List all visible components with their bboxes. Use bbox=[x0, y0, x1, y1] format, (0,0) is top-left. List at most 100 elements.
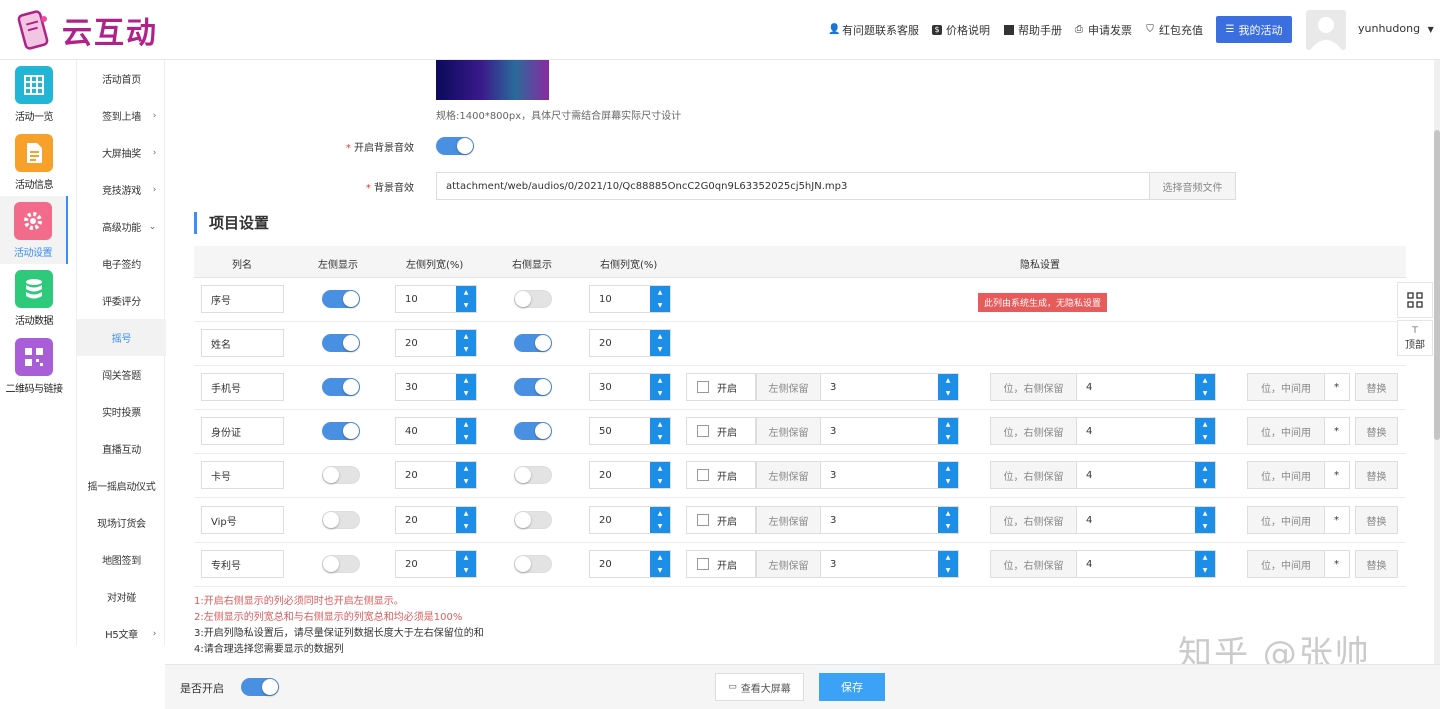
keep-left-stepper[interactable]: 3 ▲ ▼ bbox=[820, 550, 959, 578]
leftnav-item-data[interactable]: 活动数据 bbox=[0, 264, 68, 332]
left-show-toggle[interactable] bbox=[322, 290, 360, 308]
left-show-toggle[interactable] bbox=[322, 334, 360, 352]
right-width-stepper[interactable]: 50 ▲ ▼ bbox=[589, 417, 671, 445]
column-name-input[interactable]: 姓名 bbox=[201, 329, 284, 357]
left-width-stepper[interactable]: 30 ▲ ▼ bbox=[395, 373, 477, 401]
privacy-enable-checkbox[interactable]: 开启 bbox=[686, 461, 756, 489]
music-path-input[interactable]: attachment/web/audios/0/2021/10/Qc88885O… bbox=[436, 172, 1150, 200]
column-name-input[interactable]: 专利号 bbox=[201, 550, 284, 578]
pricing-link[interactable]: $ 价格说明 bbox=[932, 22, 990, 38]
checkbox-square[interactable] bbox=[697, 469, 709, 481]
subnav-item[interactable]: 闯关答题 bbox=[77, 356, 166, 393]
right-show-toggle[interactable] bbox=[514, 555, 552, 573]
subnav-item[interactable]: H5文章 › bbox=[77, 615, 166, 652]
keep-right-stepper[interactable]: 4 ▲ ▼ bbox=[1076, 550, 1216, 578]
keep-left-stepper[interactable]: 3 ▲ ▼ bbox=[820, 506, 959, 534]
subnav-item[interactable]: 评委评分 bbox=[77, 282, 166, 319]
subnav-item-active[interactable]: 摇号 bbox=[77, 319, 166, 356]
scrollbar-thumb[interactable] bbox=[1434, 130, 1440, 440]
leftnav-item-info[interactable]: 活动信息 bbox=[0, 128, 68, 196]
keep-right-stepper[interactable]: 4 ▲ ▼ bbox=[1076, 461, 1216, 489]
right-show-toggle[interactable] bbox=[514, 290, 552, 308]
subnav-item[interactable]: 实时投票 bbox=[77, 393, 166, 430]
left-show-toggle[interactable] bbox=[322, 378, 360, 396]
right-width-stepper[interactable]: 20 ▲ ▼ bbox=[589, 329, 671, 357]
checkbox-square[interactable] bbox=[697, 381, 709, 393]
subnav-item[interactable]: 竞技游戏 › bbox=[77, 171, 166, 208]
column-name-input[interactable]: 卡号 bbox=[201, 461, 284, 489]
left-width-stepper[interactable]: 10 ▲ ▼ bbox=[395, 285, 477, 313]
right-width-stepper[interactable]: 20 ▲ ▼ bbox=[589, 461, 671, 489]
background-image-preview[interactable] bbox=[436, 60, 549, 100]
right-width-stepper[interactable]: 30 ▲ ▼ bbox=[589, 373, 671, 401]
right-show-toggle[interactable] bbox=[514, 466, 552, 484]
music-enable-toggle[interactable] bbox=[436, 137, 474, 155]
keep-right-stepper[interactable]: 4 ▲ ▼ bbox=[1076, 373, 1216, 401]
invoice-link[interactable]: ⎙ 申请发票 bbox=[1074, 22, 1132, 38]
subnav-item[interactable]: 高级功能 ⌄ bbox=[77, 208, 166, 245]
left-width-stepper[interactable]: 40 ▲ ▼ bbox=[395, 417, 477, 445]
subnav-item[interactable]: 地图签到 bbox=[77, 541, 166, 578]
left-show-toggle[interactable] bbox=[322, 555, 360, 573]
column-name-input[interactable]: 序号 bbox=[201, 285, 284, 313]
leftnav-item-overview[interactable]: 活动一览 bbox=[0, 60, 68, 128]
right-show-toggle[interactable] bbox=[514, 511, 552, 529]
checkbox-square[interactable] bbox=[697, 425, 709, 437]
keep-right-stepper[interactable]: 4 ▲ ▼ bbox=[1076, 506, 1216, 534]
privacy-enable-checkbox[interactable]: 开启 bbox=[686, 506, 756, 534]
subnav-item[interactable]: 大屏抽奖 › bbox=[77, 134, 166, 171]
column-name-input[interactable]: Vip号 bbox=[201, 506, 284, 534]
support-link[interactable]: 👤 有问题联系客服 bbox=[828, 22, 919, 38]
checkbox-square[interactable] bbox=[697, 558, 709, 570]
qrcode-float-button[interactable] bbox=[1397, 282, 1433, 318]
mask-char-input[interactable]: * bbox=[1324, 417, 1350, 445]
checkbox-square[interactable] bbox=[697, 514, 709, 526]
logo[interactable]: 云互动 bbox=[14, 8, 158, 52]
user-menu[interactable]: yunhudong ▼ bbox=[1358, 22, 1434, 35]
right-width-stepper[interactable]: 20 ▲ ▼ bbox=[589, 506, 671, 534]
left-width-stepper[interactable]: 20 ▲ ▼ bbox=[395, 329, 477, 357]
column-name-input[interactable]: 手机号 bbox=[201, 373, 284, 401]
leftnav-item-qrcode[interactable]: 二维码与链接 bbox=[0, 332, 68, 400]
privacy-enable-checkbox[interactable]: 开启 bbox=[686, 373, 756, 401]
subnav-item[interactable]: 对对碰 bbox=[77, 578, 166, 615]
keep-right-stepper[interactable]: 4 ▲ ▼ bbox=[1076, 417, 1216, 445]
keep-left-stepper[interactable]: 3 ▲ ▼ bbox=[820, 461, 959, 489]
mask-char-input[interactable]: * bbox=[1324, 461, 1350, 489]
right-width-stepper[interactable]: 20 ▲ ▼ bbox=[589, 550, 671, 578]
column-name-input[interactable]: 身份证 bbox=[201, 417, 284, 445]
keep-left-stepper[interactable]: 3 ▲ ▼ bbox=[820, 373, 959, 401]
keep-left-stepper[interactable]: 3 ▲ ▼ bbox=[820, 417, 959, 445]
subnav-item[interactable]: 活动首页 bbox=[77, 60, 166, 97]
manual-link[interactable]: 帮助手册 bbox=[1004, 22, 1062, 38]
mask-char-input[interactable]: * bbox=[1324, 550, 1350, 578]
my-activity-button[interactable]: ☰ 我的活动 bbox=[1216, 16, 1292, 43]
right-show-toggle[interactable] bbox=[514, 334, 552, 352]
view-screen-button[interactable]: ▭ 查看大屏幕 bbox=[715, 673, 804, 701]
subnav-item[interactable]: 摇一摇启动仪式 bbox=[77, 467, 166, 504]
left-width-stepper[interactable]: 20 ▲ ▼ bbox=[395, 550, 477, 578]
privacy-enable-checkbox[interactable]: 开启 bbox=[686, 417, 756, 445]
left-show-toggle[interactable] bbox=[322, 422, 360, 440]
avatar[interactable] bbox=[1306, 10, 1346, 50]
right-show-toggle[interactable] bbox=[514, 422, 552, 440]
recharge-link[interactable]: ⛉ 红包充值 bbox=[1145, 22, 1203, 38]
right-show-toggle[interactable] bbox=[514, 378, 552, 396]
mask-char-input[interactable]: * bbox=[1324, 373, 1350, 401]
left-width-stepper[interactable]: 20 ▲ ▼ bbox=[395, 461, 477, 489]
right-width-stepper[interactable]: 10 ▲ ▼ bbox=[589, 285, 671, 313]
leftnav-item-settings[interactable]: 活动设置 bbox=[0, 196, 68, 264]
privacy-enable-checkbox[interactable]: 开启 bbox=[686, 550, 756, 578]
select-audio-button[interactable]: 选择音频文件 bbox=[1149, 172, 1236, 200]
subnav-item[interactable]: 现场订货会 bbox=[77, 504, 166, 541]
mask-char-input[interactable]: * bbox=[1324, 506, 1350, 534]
left-show-toggle[interactable] bbox=[322, 466, 360, 484]
back-to-top-button[interactable]: ⊤ 顶部 bbox=[1397, 320, 1433, 356]
enable-toggle[interactable] bbox=[241, 678, 279, 696]
subnav-item[interactable]: 电子签约 bbox=[77, 245, 166, 282]
save-button[interactable]: 保存 bbox=[819, 673, 885, 701]
left-show-toggle[interactable] bbox=[322, 511, 360, 529]
subnav-item[interactable]: 签到上墙 › bbox=[77, 97, 166, 134]
left-width-stepper[interactable]: 20 ▲ ▼ bbox=[395, 506, 477, 534]
subnav-item[interactable]: 直播互动 bbox=[77, 430, 166, 467]
